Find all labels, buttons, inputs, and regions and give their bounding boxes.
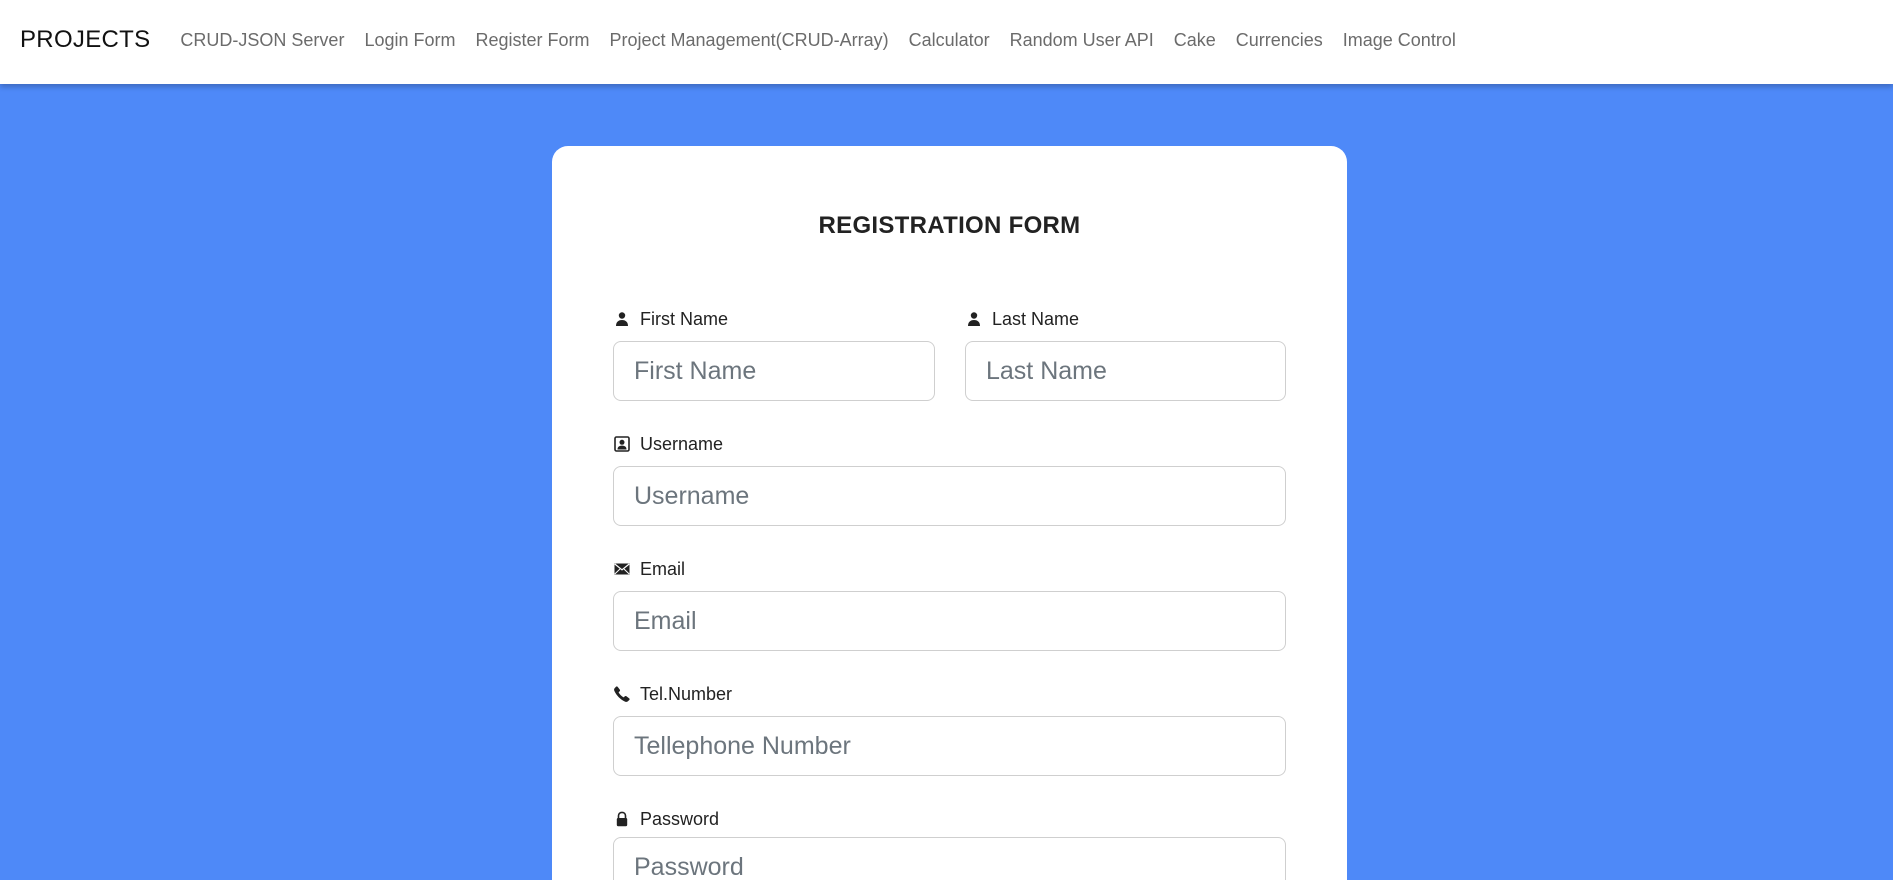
email-input[interactable] [613,591,1286,651]
nav-link-currencies[interactable]: Currencies [1236,30,1323,51]
email-label-row: Email [613,557,1286,581]
tel-input[interactable] [613,716,1286,776]
first-name-label-row: First Name [613,307,935,331]
navbar-brand[interactable]: PROJECTS [20,26,150,54]
username-group: Username [613,432,1286,526]
email-group: Email [613,557,1286,651]
nav-link-register-form[interactable]: Register Form [475,30,589,51]
person-icon [613,310,631,328]
username-label: Username [640,433,724,454]
lock-icon [613,810,631,828]
last-name-input[interactable] [965,341,1286,401]
phone-icon [613,685,631,703]
tel-label-row: Tel.Number [613,682,1286,706]
form-title: REGISTRATION FORM [818,212,1081,239]
nav-link-image-control[interactable]: Image Control [1343,30,1456,51]
person-icon [965,310,983,328]
person-badge-icon [613,435,631,453]
navbar: PROJECTS CRUD-JSON Server Login Form Reg… [0,0,1893,84]
email-label: Email [640,558,686,579]
first-name-group: First Name [613,307,935,401]
last-name-group: Last Name [965,307,1286,401]
tel-label: Tel.Number [640,683,733,704]
username-input[interactable] [613,466,1286,526]
nav-links: CRUD-JSON Server Login Form Register For… [180,30,1475,51]
nav-link-project-management[interactable]: Project Management(CRUD-Array) [610,30,889,51]
nav-link-cake[interactable]: Cake [1174,30,1216,51]
first-name-label: First Name [640,308,729,329]
registration-card: REGISTRATION FORM First Name Last Name U… [552,146,1347,880]
password-label: Password [640,808,720,829]
username-label-row: Username [613,432,1286,456]
last-name-label: Last Name [992,308,1080,329]
nav-link-calculator[interactable]: Calculator [909,30,990,51]
nav-link-login-form[interactable]: Login Form [364,30,455,51]
password-input[interactable] [613,837,1286,880]
first-name-input[interactable] [613,341,935,401]
nav-link-random-user-api[interactable]: Random User API [1010,30,1154,51]
password-label-row: Password [613,807,1286,831]
last-name-label-row: Last Name [965,307,1286,331]
password-group: Password [613,807,1286,880]
tel-group: Tel.Number [613,682,1286,776]
nav-link-crud-json-server[interactable]: CRUD-JSON Server [180,30,344,51]
envelope-icon [613,560,631,578]
